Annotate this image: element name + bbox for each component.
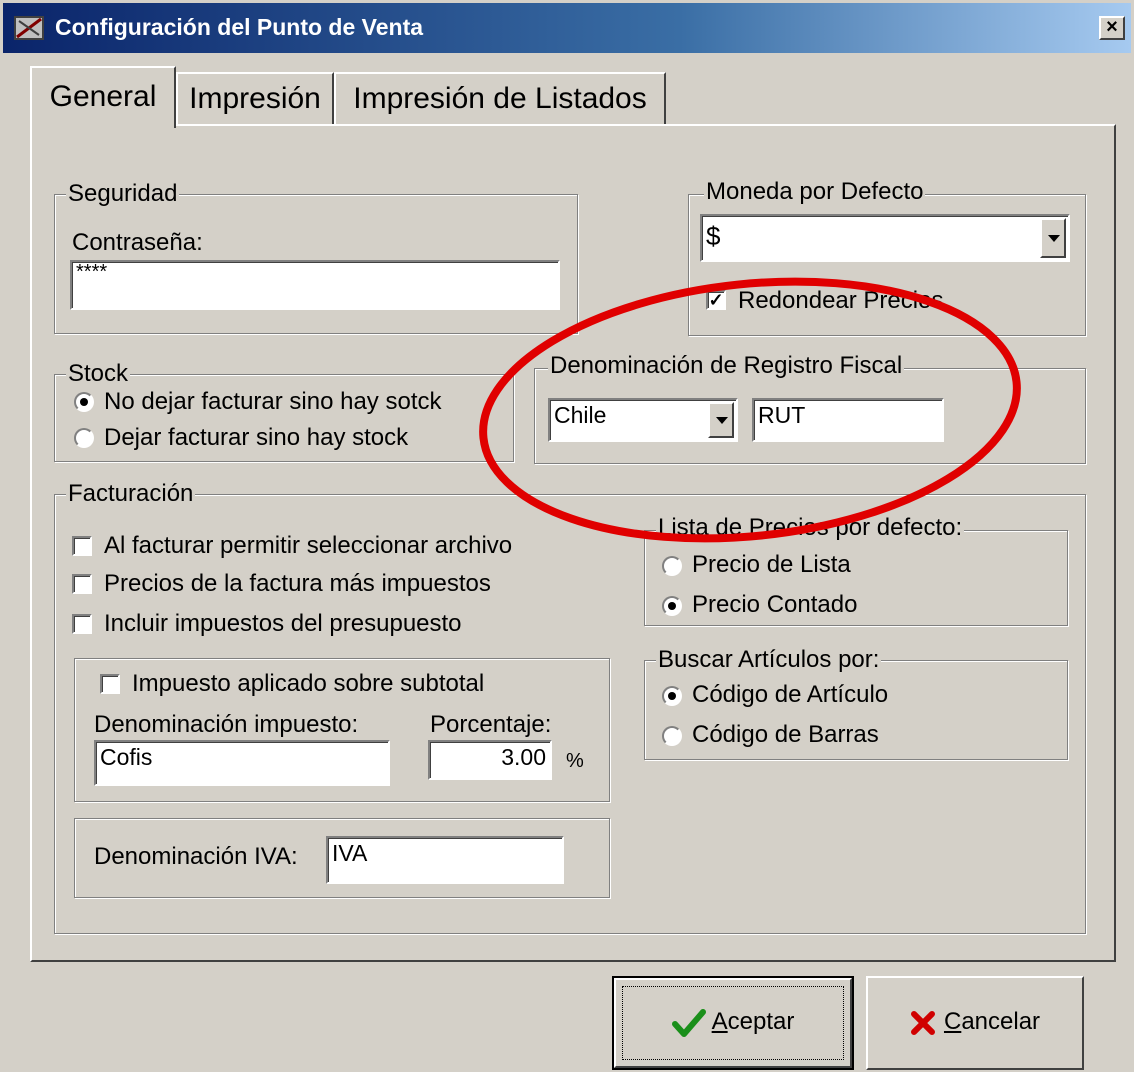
check-label: Precios de la factura más impuestos bbox=[104, 570, 491, 597]
buscar-legend: Buscar Artículos por: bbox=[656, 646, 882, 674]
app-icon bbox=[14, 16, 44, 40]
stock-radio-no-facturar[interactable] bbox=[74, 392, 94, 412]
radio-precio-lista[interactable] bbox=[662, 556, 682, 576]
password-label: Contraseña: bbox=[72, 229, 203, 256]
porcentaje-field[interactable]: 3.00 bbox=[428, 740, 552, 780]
accept-button-content: Aceptar bbox=[616, 1007, 850, 1038]
cancel-label: ancelar bbox=[961, 1008, 1041, 1035]
check-incluir-impuestos[interactable] bbox=[72, 614, 92, 634]
cancel-mnemonic: C bbox=[943, 1008, 962, 1035]
porcentaje-label: Porcentaje: bbox=[430, 711, 552, 738]
accept-button[interactable]: Aceptar bbox=[612, 976, 854, 1070]
percent-sign: % bbox=[566, 750, 584, 772]
check-permitir-archivo[interactable] bbox=[72, 536, 92, 556]
seguridad-legend: Seguridad bbox=[66, 180, 180, 208]
annotation-ellipse bbox=[479, 277, 1021, 543]
title-bar[interactable]: Configuración del Punto de Venta × bbox=[3, 3, 1131, 53]
close-button[interactable]: × bbox=[1099, 16, 1125, 40]
tab-general[interactable]: General bbox=[30, 66, 176, 128]
cancel-button-content: Cancelar bbox=[868, 1007, 1082, 1037]
radio-codigo-articulo[interactable] bbox=[662, 686, 682, 706]
denominacion-impuesto-label: Denominación impuesto: bbox=[94, 711, 359, 738]
radio-label: Precio de Lista bbox=[692, 551, 851, 578]
moneda-legend: Moneda por Defecto bbox=[704, 178, 926, 206]
currency-value: $ bbox=[706, 221, 721, 251]
tab-impresion-listados[interactable]: Impresión de Listados bbox=[334, 72, 666, 126]
accept-mnemonic: A bbox=[711, 1008, 728, 1035]
iva-field[interactable]: IVA bbox=[326, 836, 564, 884]
currency-select[interactable]: $ bbox=[700, 214, 1070, 262]
radio-precio-contado[interactable] bbox=[662, 596, 682, 616]
radio-label: Precio Contado bbox=[692, 591, 858, 618]
chevron-down-icon[interactable] bbox=[1040, 218, 1066, 258]
impuesto-check-label: Impuesto aplicado sobre subtotal bbox=[132, 670, 485, 697]
cancel-button[interactable]: Cancelar bbox=[866, 976, 1084, 1070]
close-x-icon bbox=[910, 1010, 935, 1035]
iva-label: Denominación IVA: bbox=[94, 843, 298, 870]
stock-radio-facturar[interactable] bbox=[74, 428, 94, 448]
check-impuesto-subtotal[interactable] bbox=[100, 674, 120, 694]
stock-option-label: Dejar facturar sino hay stock bbox=[104, 424, 409, 451]
check-label: Incluir impuestos del presupuesto bbox=[104, 610, 462, 637]
facturacion-legend: Facturación bbox=[66, 480, 196, 508]
window-title: Configuración del Punto de Venta bbox=[55, 14, 424, 40]
check-precios-impuestos[interactable] bbox=[72, 574, 92, 594]
denominacion-impuesto-field[interactable]: Cofis bbox=[94, 740, 390, 786]
dialog-window: Configuración del Punto de Venta × Gener… bbox=[0, 0, 1134, 1072]
checkmark-icon bbox=[671, 1008, 706, 1037]
tab-impresion[interactable]: Impresión bbox=[176, 72, 334, 126]
stock-option-label: No dejar facturar sino hay sotck bbox=[104, 388, 442, 415]
check-label: Al facturar permitir seleccionar archivo bbox=[104, 532, 513, 559]
radio-codigo-barras[interactable] bbox=[662, 726, 682, 746]
accept-label: ceptar bbox=[727, 1008, 795, 1035]
radio-label: Código de Barras bbox=[692, 721, 879, 748]
stock-legend: Stock bbox=[66, 360, 131, 388]
radio-label: Código de Artículo bbox=[692, 681, 889, 708]
